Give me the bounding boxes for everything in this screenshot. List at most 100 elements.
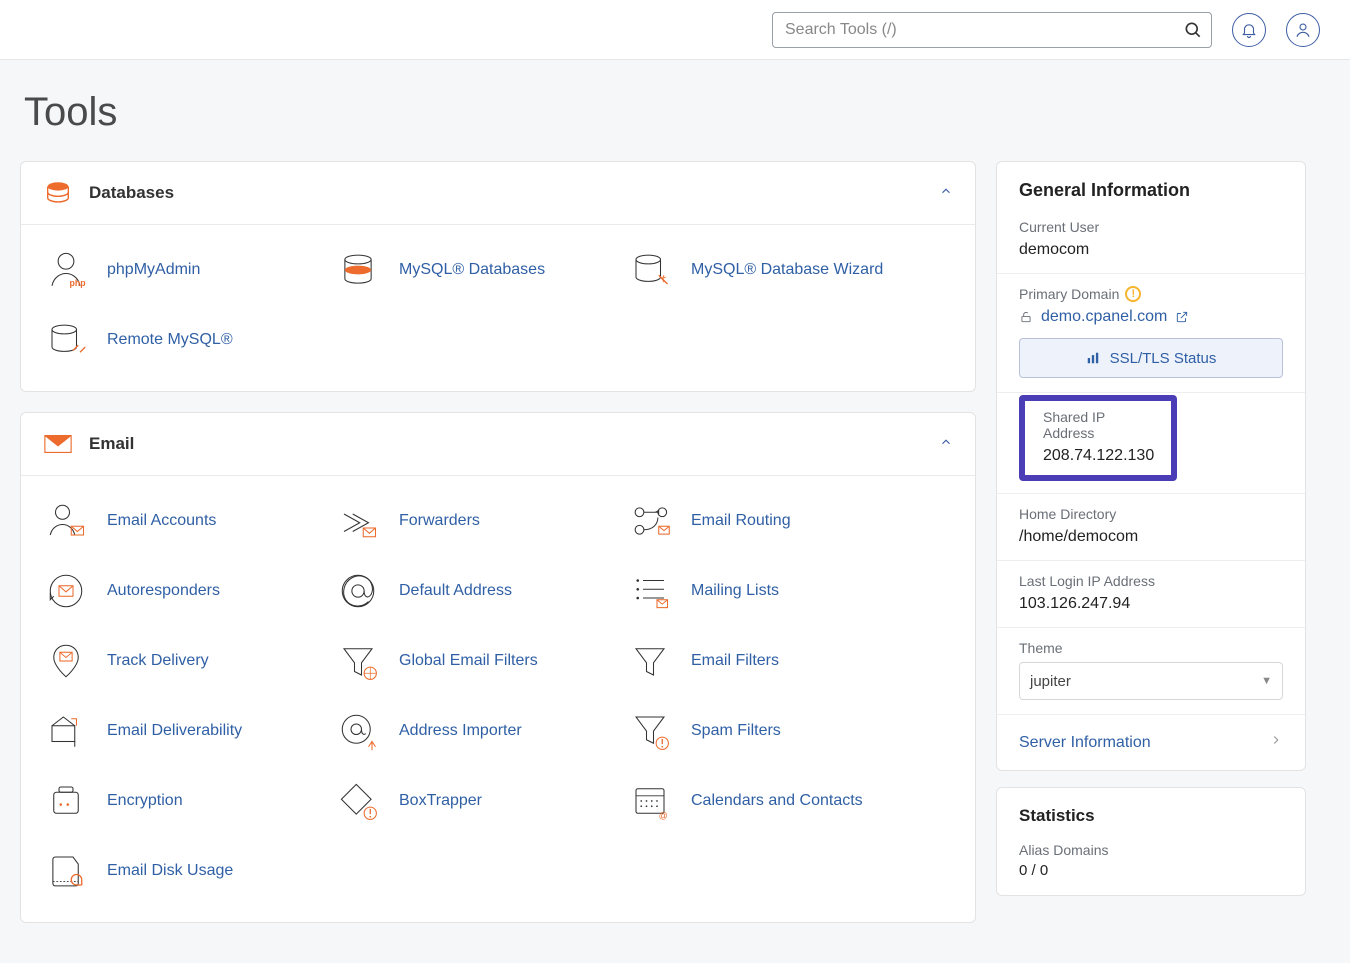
alias-domains-value: 0 / 0 <box>1019 862 1283 879</box>
tool-spam-filters[interactable]: Spam Filters <box>615 696 907 766</box>
home-directory-block: Home Directory /home/democom <box>997 493 1305 560</box>
tool-label: Spam Filters <box>691 722 781 740</box>
search-icon[interactable] <box>1180 17 1206 43</box>
tool-phpmyadmin[interactable]: php phpMyAdmin <box>31 235 323 305</box>
statistics-title: Statistics <box>997 788 1305 836</box>
tool-email-deliverability[interactable]: Email Deliverability <box>31 696 323 766</box>
databases-panel-header[interactable]: Databases <box>21 162 975 225</box>
email-routing-icon <box>627 498 673 544</box>
disk-usage-icon <box>43 848 89 894</box>
tool-label: Email Deliverability <box>107 722 242 740</box>
tool-email-disk-usage[interactable]: Email Disk Usage <box>31 836 323 906</box>
primary-domain-link[interactable]: demo.cpanel.com <box>1019 308 1283 326</box>
notifications-button[interactable] <box>1232 13 1266 47</box>
tool-label: Forwarders <box>399 512 480 530</box>
mysql-db-icon <box>335 247 381 293</box>
email-accounts-icon <box>43 498 89 544</box>
current-user-value: democom <box>1019 241 1283 259</box>
search-container <box>772 12 1212 48</box>
tool-email-routing[interactable]: Email Routing <box>615 486 907 556</box>
general-info-title: General Information <box>997 162 1305 215</box>
tool-label: Email Accounts <box>107 512 216 530</box>
ssl-tls-status-button[interactable]: SSL/TLS Status <box>1019 338 1283 378</box>
tool-remote-mysql[interactable]: Remote MySQL® <box>31 305 323 375</box>
last-login-value: 103.126.247.94 <box>1019 595 1283 613</box>
tool-encryption[interactable]: Encryption <box>31 766 323 836</box>
last-login-block: Last Login IP Address 103.126.247.94 <box>997 560 1305 627</box>
tool-forwarders[interactable]: Forwarders <box>323 486 615 556</box>
tool-track-delivery[interactable]: Track Delivery <box>31 626 323 696</box>
account-button[interactable] <box>1286 13 1320 47</box>
home-dir-value: /home/democom <box>1019 528 1283 546</box>
autoresponders-icon <box>43 568 89 614</box>
email-filters-icon <box>627 638 673 684</box>
database-section-icon <box>43 180 73 206</box>
home-dir-label: Home Directory <box>1019 506 1283 522</box>
unlock-icon <box>1019 310 1033 324</box>
mysql-wizard-icon <box>627 247 673 293</box>
annotation-highlight: Shared IP Address 208.74.122.130 <box>1019 395 1177 481</box>
remote-mysql-icon <box>43 317 89 363</box>
chevron-right-icon <box>1269 733 1283 752</box>
tool-autoresponders[interactable]: Autoresponders <box>31 556 323 626</box>
primary-domain-value: demo.cpanel.com <box>1041 308 1167 326</box>
shared-ip-value: 208.74.122.130 <box>1043 447 1153 465</box>
deliverability-icon <box>43 708 89 754</box>
tool-label: BoxTrapper <box>399 792 482 810</box>
tool-email-accounts[interactable]: Email Accounts <box>31 486 323 556</box>
shared-ip-label: Shared IP Address <box>1043 409 1153 441</box>
tool-label: Remote MySQL® <box>107 331 233 349</box>
tool-calendars-contacts[interactable]: @ Calendars and Contacts <box>615 766 907 836</box>
tool-mysql-databases[interactable]: MySQL® Databases <box>323 235 615 305</box>
email-panel: Email Email Accounts <box>20 412 976 923</box>
page-title: Tools <box>24 90 1330 135</box>
tool-mysql-wizard[interactable]: MySQL® Database Wizard <box>615 235 907 305</box>
top-header <box>0 0 1350 60</box>
tool-label: Email Disk Usage <box>107 862 233 880</box>
tool-label: Default Address <box>399 582 512 600</box>
primary-domain-label: Primary Domain ! <box>1019 286 1283 302</box>
user-icon <box>1294 21 1312 39</box>
search-input[interactable] <box>772 12 1212 48</box>
encryption-icon <box>43 778 89 824</box>
theme-label: Theme <box>1019 640 1283 656</box>
ssl-button-label: SSL/TLS Status <box>1110 350 1217 367</box>
alias-domains-label: Alias Domains <box>1019 842 1283 858</box>
last-login-label: Last Login IP Address <box>1019 573 1283 589</box>
global-filters-icon <box>335 638 381 684</box>
email-title: Email <box>89 434 134 454</box>
theme-value: jupiter <box>1030 673 1071 690</box>
bar-chart-icon <box>1086 351 1100 365</box>
tool-default-address[interactable]: Default Address <box>323 556 615 626</box>
spam-filters-icon <box>627 708 673 754</box>
theme-select[interactable]: jupiter ▼ <box>1019 662 1283 700</box>
server-information-link[interactable]: Server Information <box>997 714 1305 770</box>
phpmyadmin-icon: php <box>43 247 89 293</box>
general-info-panel: General Information Current User democom… <box>996 161 1306 771</box>
tool-label: Encryption <box>107 792 183 810</box>
tool-label: Address Importer <box>399 722 522 740</box>
tool-label: Track Delivery <box>107 652 209 670</box>
forwarders-icon <box>335 498 381 544</box>
tool-email-filters[interactable]: Email Filters <box>615 626 907 696</box>
bell-icon <box>1240 21 1258 39</box>
tool-label: Calendars and Contacts <box>691 792 863 810</box>
tool-boxtrapper[interactable]: BoxTrapper <box>323 766 615 836</box>
email-section-icon <box>43 431 73 457</box>
default-address-icon <box>335 568 381 614</box>
tool-global-email-filters[interactable]: Global Email Filters <box>323 626 615 696</box>
primary-domain-label-text: Primary Domain <box>1019 286 1119 302</box>
databases-title: Databases <box>89 183 174 203</box>
email-panel-header[interactable]: Email <box>21 413 975 476</box>
tool-address-importer[interactable]: Address Importer <box>323 696 615 766</box>
external-link-icon <box>1175 310 1189 324</box>
tool-mailing-lists[interactable]: Mailing Lists <box>615 556 907 626</box>
theme-block: Theme jupiter ▼ <box>997 627 1305 714</box>
svg-text:php: php <box>70 278 86 288</box>
calendar-icon: @ <box>627 778 673 824</box>
warning-icon: ! <box>1125 286 1141 302</box>
tool-label: Email Routing <box>691 512 791 530</box>
current-user-label: Current User <box>1019 219 1283 235</box>
server-info-label: Server Information <box>1019 734 1151 752</box>
tool-label: Autoresponders <box>107 582 220 600</box>
